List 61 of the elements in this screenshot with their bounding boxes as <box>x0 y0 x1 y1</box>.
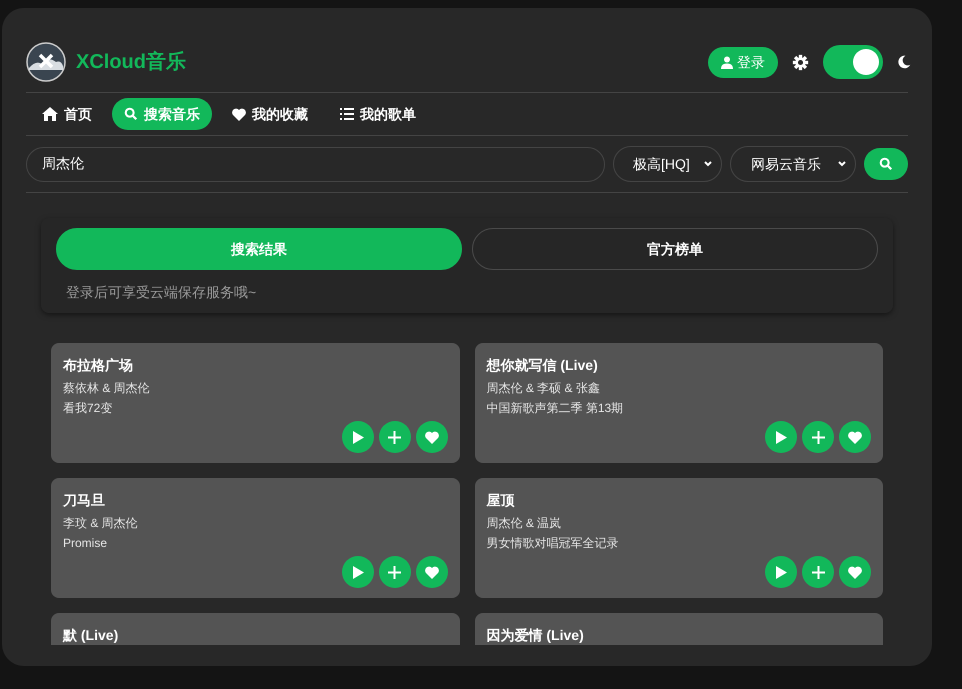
play-icon <box>775 430 787 444</box>
heart-icon <box>232 108 246 120</box>
chevron-icon <box>837 159 847 169</box>
song-title: 刀马旦 <box>63 491 106 510</box>
play-button[interactable] <box>342 421 374 453</box>
source-select[interactable]: 网易云音乐 <box>730 146 856 182</box>
heart-icon <box>848 430 862 444</box>
song-album: 男女情歌对唱冠军全记录 <box>486 535 620 551</box>
plus-icon <box>812 566 824 578</box>
favorite-button[interactable] <box>416 421 448 453</box>
song-album: 看我72变 <box>63 400 114 416</box>
song-title: 布拉格广场 <box>63 356 134 375</box>
song-title: 默 (Live) <box>63 626 120 645</box>
heart-icon <box>424 566 438 578</box>
plus-icon <box>388 430 401 444</box>
song-title: 屋顶 <box>486 491 516 510</box>
song-title: 因为爱情 (Live) <box>486 626 585 645</box>
add-button[interactable] <box>802 421 834 453</box>
heart-icon <box>848 566 862 578</box>
song-artists: 周杰伦 & 李硕 & 张鑫 <box>486 380 601 396</box>
login-notice: 登录后可享受云端保存服务哦~ <box>65 283 258 302</box>
nav-tab[interactable]: 首页 <box>30 98 104 130</box>
song-album: Promise <box>63 535 108 551</box>
toggle-knob <box>853 49 879 75</box>
chevron-icon <box>703 159 713 169</box>
quality-select[interactable]: 极高[HQ] <box>613 146 722 182</box>
search-button[interactable] <box>864 148 908 180</box>
plus-icon <box>388 566 401 578</box>
play-button[interactable] <box>765 421 797 453</box>
nav-tab[interactable]: 我的歌单 <box>328 98 428 130</box>
add-button[interactable] <box>802 556 834 588</box>
list-icon <box>340 108 354 120</box>
play-icon <box>352 430 364 444</box>
plus-icon <box>812 430 824 444</box>
app-title: XCloud音乐 <box>76 50 186 75</box>
song-artists: 蔡依林 & 周杰伦 <box>63 380 151 396</box>
moon-icon <box>897 55 911 69</box>
play-icon <box>352 566 364 578</box>
search-icon <box>124 107 138 121</box>
home-icon <box>42 107 58 121</box>
song-artists: 周杰伦 & 温岚 <box>486 515 562 531</box>
search-field[interactable]: 周杰伦 <box>26 146 605 182</box>
add-button[interactable] <box>378 556 410 588</box>
play-button[interactable] <box>765 556 797 588</box>
search-icon <box>879 157 893 171</box>
user-icon <box>721 56 733 68</box>
heart-icon <box>424 430 438 444</box>
song-album: 中国新歌声第二季 第13期 <box>486 400 624 416</box>
song-artists: 李玟 & 周杰伦 <box>63 515 139 531</box>
nav-tab[interactable]: 我的收藏 <box>220 98 320 130</box>
song-title: 想你就写信 (Live) <box>486 356 599 375</box>
play-button[interactable] <box>342 556 374 588</box>
favorite-button[interactable] <box>839 556 871 588</box>
add-button[interactable] <box>378 421 410 453</box>
result-tab[interactable]: 官方榜单 <box>472 228 878 270</box>
logo-icon <box>26 42 66 82</box>
favorite-button[interactable] <box>839 421 871 453</box>
favorite-button[interactable] <box>416 556 448 588</box>
play-icon <box>775 566 787 578</box>
theme-toggle[interactable] <box>823 45 883 79</box>
settings-icon <box>792 54 809 70</box>
